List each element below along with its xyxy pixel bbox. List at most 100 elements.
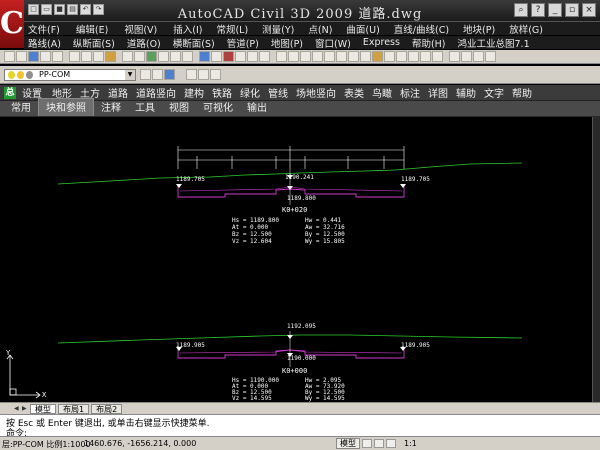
menu-sections[interactable]: 横断面(S) [173,36,215,50]
design-center-icon[interactable] [211,51,222,62]
calculator-icon[interactable] [259,51,270,62]
insert-block-icon[interactable] [372,51,383,62]
restore-button[interactable]: ▫ [565,3,579,17]
tool-annotate[interactable]: 标注 [400,85,420,100]
layer-dropdown[interactable]: PP-COM ▼ [4,69,136,81]
dimension-icon[interactable] [198,69,209,80]
tool-tables[interactable]: 表类 [344,85,364,100]
drawing-area[interactable]: 1190.241 1189.705 1189.705 1189.800 K0+0… [0,117,600,402]
point-icon[interactable] [384,51,395,62]
tab-visualize[interactable]: 可视化 [196,99,240,116]
tab-blocks-references[interactable]: 块和参照 [38,98,94,116]
tab-tools[interactable]: 工具 [128,99,162,116]
pan-icon[interactable] [386,439,396,448]
vertical-scrollbar[interactable] [592,117,600,402]
menu-express[interactable]: Express [363,37,400,48]
text-icon[interactable] [186,69,197,80]
model-space-button[interactable]: 模型 [336,438,360,449]
tool-palette-icon[interactable] [223,51,234,62]
tool-site-vertical[interactable]: 场地竖向 [296,85,336,100]
menu-hongye[interactable]: 鸿业工业总图7.1 [458,36,530,50]
tool-buildings[interactable]: 建构 [184,85,204,100]
menu-window[interactable]: 窗口(W) [315,36,351,50]
zoom-previous-icon[interactable] [182,51,193,62]
menu-help[interactable]: 帮助(H) [412,36,446,50]
copy-object-icon[interactable] [461,51,472,62]
tool-help[interactable]: 帮助 [512,85,532,100]
menu-surfaces[interactable]: 曲面(U) [346,22,379,36]
tab-prev-icon[interactable]: ◀ [14,405,20,412]
tool-railway[interactable]: 铁路 [212,85,232,100]
tool-birdseye[interactable]: 鸟瞰 [372,85,392,100]
menu-lines-curves[interactable]: 直线/曲线(C) [394,22,449,36]
spline-icon[interactable] [348,51,359,62]
new-icon[interactable] [4,51,15,62]
tool-detail[interactable]: 详图 [428,85,448,100]
application-menu-button[interactable]: C [0,0,24,48]
mirror-icon[interactable] [473,51,484,62]
quick-view-layouts-icon[interactable] [362,439,372,448]
polygon-icon[interactable] [300,51,311,62]
quick-view-drawings-icon[interactable] [374,439,384,448]
preview-icon[interactable] [52,51,63,62]
layer-previous-icon[interactable] [152,69,163,80]
menu-points[interactable]: 点(N) [308,22,332,36]
tab-next-icon[interactable]: ▶ [22,405,28,412]
tab-layout1[interactable]: 布局1 [58,403,90,414]
menu-pipes[interactable]: 管道(P) [227,36,259,50]
menu-parcels[interactable]: 地块(P) [463,22,495,36]
tab-annotate[interactable]: 注释 [94,99,128,116]
mtext-icon[interactable] [432,51,443,62]
cut-icon[interactable] [69,51,80,62]
menu-edit[interactable]: 编辑(E) [76,22,108,36]
copy-icon[interactable] [81,51,92,62]
line-icon[interactable] [276,51,287,62]
undo-icon[interactable] [122,51,133,62]
tab-output[interactable]: 输出 [240,99,274,116]
circle-icon[interactable] [336,51,347,62]
zoom-icon[interactable] [158,51,169,62]
layer-state-icon[interactable] [164,69,175,80]
tool-pipelines[interactable]: 管线 [268,85,288,100]
markup-icon[interactable] [247,51,258,62]
tool-text[interactable]: 文字 [484,85,504,100]
minimize-button[interactable]: _ [548,3,562,17]
ellipse-icon[interactable] [360,51,371,62]
menu-insert[interactable]: 插入(I) [173,22,202,36]
annotation-scale[interactable]: 1:1 [404,439,417,448]
help-icon[interactable]: ? [531,3,545,17]
menu-map[interactable]: 地图(P) [271,36,303,50]
properties-icon[interactable] [199,51,210,62]
polyline-icon[interactable] [288,51,299,62]
arc-icon[interactable] [324,51,335,62]
menu-general[interactable]: 常规(L) [216,22,248,36]
tool-auxiliary[interactable]: 辅助 [456,85,476,100]
offset-icon[interactable] [485,51,496,62]
menu-survey[interactable]: 测量(Y) [262,22,294,36]
save-icon[interactable] [28,51,39,62]
rectangle-icon[interactable] [312,51,323,62]
close-button[interactable]: × [582,3,596,17]
tab-model[interactable]: 模型 [30,403,56,414]
tool-greening[interactable]: 绿化 [240,85,260,100]
tab-layout2[interactable]: 布局2 [91,403,123,414]
table-icon[interactable] [420,51,431,62]
menu-file[interactable]: 文件(F) [28,22,60,36]
tool-road[interactable]: 道路 [108,85,128,100]
layer-manager-icon[interactable] [140,69,151,80]
menu-profiles[interactable]: 纵断面(S) [73,36,115,50]
erase-icon[interactable] [449,51,460,62]
match-properties-icon[interactable] [105,51,116,62]
redo-icon[interactable] [134,51,145,62]
command-window[interactable]: 按 Esc 或 Enter 键退出, 或单击右键显示快捷菜单. 命令: [0,414,600,439]
leader-icon[interactable] [210,69,221,80]
menu-grading[interactable]: 放样(G) [509,22,543,36]
search-icon[interactable]: ⌕ [514,3,528,17]
print-icon[interactable] [40,51,51,62]
tab-home[interactable]: 常用 [4,99,38,116]
pan-icon[interactable] [146,51,157,62]
menu-corridors[interactable]: 道路(O) [127,36,161,50]
open-icon[interactable] [16,51,27,62]
paste-icon[interactable] [93,51,104,62]
menu-alignments[interactable]: 路线(A) [28,36,61,50]
